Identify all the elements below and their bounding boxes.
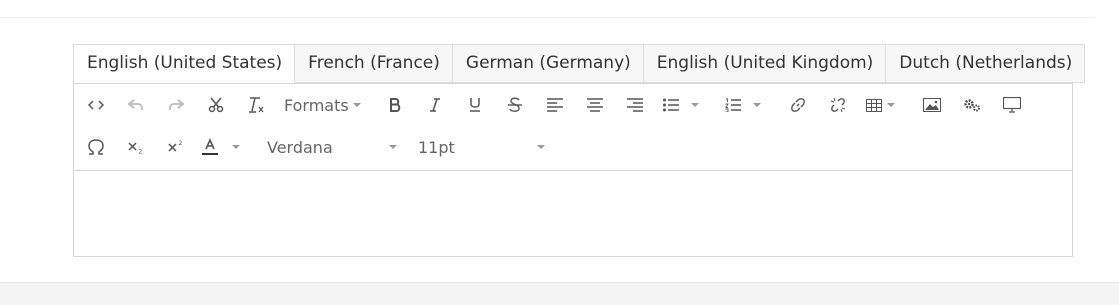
cut-icon	[208, 97, 224, 113]
tab-dutch-netherlands[interactable]: Dutch (Netherlands)	[886, 44, 1086, 83]
tab-english-united-kingdom[interactable]: English (United Kingdom)	[643, 44, 887, 83]
undo-button[interactable]	[124, 85, 148, 125]
preview-button[interactable]	[1000, 85, 1024, 125]
chevron-down-icon	[232, 145, 240, 149]
subscript-button[interactable]: 2	[124, 127, 148, 167]
numbered-list-button[interactable]	[725, 85, 773, 125]
editor-content-area[interactable]	[74, 171, 1072, 256]
formats-dropdown[interactable]: Formats	[284, 85, 366, 125]
undo-icon	[128, 98, 144, 112]
subscript-icon: 2	[128, 140, 144, 154]
bullet-list-button[interactable]	[663, 85, 711, 125]
chevron-down-icon	[352, 103, 361, 107]
unlink-button[interactable]	[826, 85, 850, 125]
underline-button[interactable]	[463, 85, 487, 125]
chevron-down-icon	[887, 103, 895, 107]
editor-toolbar: Formats 2 2 Verdana 11pt	[74, 84, 1072, 171]
chevron-down-icon	[389, 145, 397, 149]
table-button[interactable]	[866, 85, 906, 125]
table-icon	[866, 98, 882, 112]
insert-image-button[interactable]	[920, 85, 944, 125]
chevron-down-icon	[753, 103, 761, 107]
tab-german-germany[interactable]: German (Germany)	[452, 44, 644, 83]
special-character-button[interactable]	[84, 127, 108, 167]
special-character-icon	[87, 138, 105, 156]
chevron-down-icon	[537, 145, 545, 149]
superscript-icon: 2	[168, 140, 184, 154]
source-code-icon	[88, 99, 104, 111]
formats-label: Formats	[284, 95, 349, 115]
clear-formatting-button[interactable]	[244, 85, 268, 125]
redo-button[interactable]	[164, 85, 188, 125]
clear-formatting-icon	[247, 97, 265, 113]
footer-band	[0, 282, 1119, 305]
tab-english-united-states[interactable]: English (United States)	[73, 44, 296, 83]
underline-icon	[469, 97, 481, 113]
font-family-dropdown[interactable]: Verdana	[267, 127, 397, 167]
link-icon	[790, 97, 806, 113]
svg-text:2: 2	[139, 149, 143, 155]
font-size-value: 11pt	[418, 137, 455, 157]
toolbar-row-1: Formats	[74, 85, 1072, 125]
align-center-icon	[587, 98, 603, 112]
align-right-button[interactable]	[623, 85, 647, 125]
bold-button[interactable]	[383, 85, 407, 125]
align-right-icon	[627, 98, 643, 112]
strikethrough-icon	[508, 97, 522, 113]
settings-icon	[963, 98, 981, 112]
font-family-value: Verdana	[267, 137, 333, 157]
settings-button[interactable]	[960, 85, 984, 125]
toolbar-row-2: 2 2 Verdana 11pt	[74, 127, 1072, 167]
cut-button[interactable]	[204, 85, 228, 125]
italic-icon	[429, 98, 441, 112]
numbered-list-icon	[725, 98, 741, 112]
italic-button[interactable]	[423, 85, 447, 125]
top-divider	[0, 17, 1095, 18]
font-size-dropdown[interactable]: 11pt	[418, 127, 545, 167]
bold-icon	[389, 98, 401, 112]
bullet-list-icon	[663, 98, 679, 112]
source-code-button[interactable]	[84, 85, 108, 125]
chevron-down-icon	[691, 103, 699, 107]
rich-text-editor: Formats 2 2 Verdana 11pt	[73, 83, 1073, 257]
svg-text:2: 2	[179, 140, 183, 147]
align-left-icon	[547, 98, 563, 112]
text-color-icon	[202, 138, 218, 156]
strikethrough-button[interactable]	[503, 85, 527, 125]
text-color-button[interactable]	[202, 127, 250, 167]
align-center-button[interactable]	[583, 85, 607, 125]
superscript-button[interactable]: 2	[164, 127, 188, 167]
preview-icon	[1003, 97, 1021, 113]
unlink-icon	[830, 97, 846, 113]
align-left-button[interactable]	[543, 85, 567, 125]
tab-french-france[interactable]: French (France)	[295, 44, 453, 83]
image-icon	[923, 98, 941, 112]
redo-icon	[168, 98, 184, 112]
language-tabs: English (United States) French (France) …	[73, 44, 1086, 83]
link-button[interactable]	[786, 85, 810, 125]
